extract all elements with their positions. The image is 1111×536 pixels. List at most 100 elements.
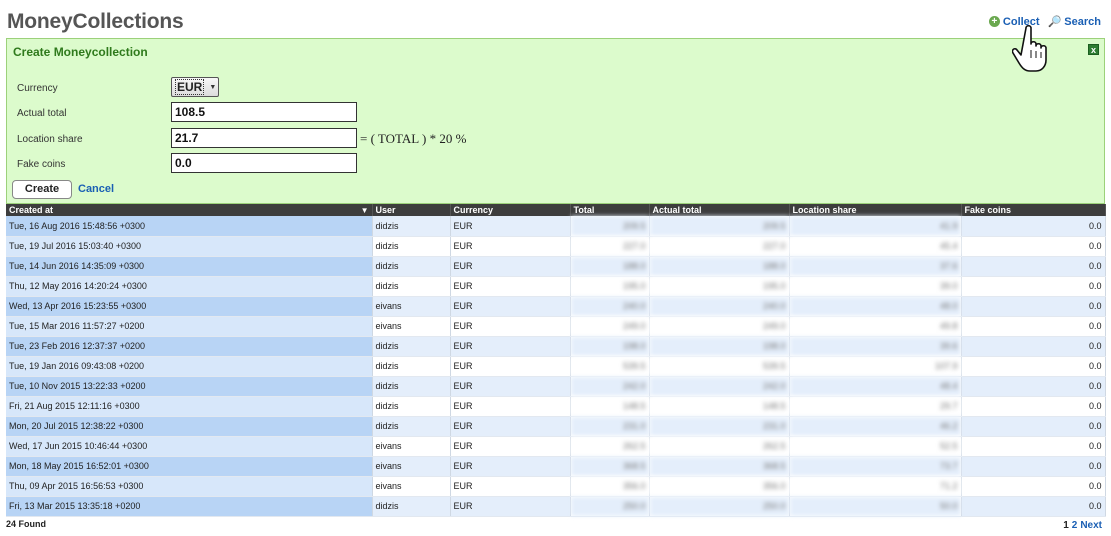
- currency-cell: EUR: [450, 316, 571, 337]
- currency-select[interactable]: EUR ▼: [171, 77, 219, 97]
- actual-total-cell: 262.5: [649, 436, 790, 457]
- user-cell: didzis: [372, 276, 451, 297]
- actual-total-cell: 209.5: [649, 216, 790, 237]
- currency-cell: EUR: [450, 256, 571, 277]
- fake-coins-cell: 0.0: [961, 216, 1106, 237]
- cancel-link[interactable]: Cancel: [78, 183, 114, 195]
- close-panel-button[interactable]: x: [1088, 44, 1099, 55]
- actual-total-cell: 231.0: [649, 416, 790, 437]
- fake-coins-cell: 0.0: [961, 416, 1106, 437]
- table-row[interactable]: Fri, 13 Mar 2015 13:35:18 +0200 didzis EUR…: [6, 496, 1106, 517]
- pagination: 1 2 Next: [1063, 520, 1102, 531]
- actual-total-cell: 539.5: [649, 356, 790, 377]
- search-label: Search: [1064, 15, 1101, 28]
- location-share-formula: = ( TOTAL ) * 20 %: [360, 131, 467, 146]
- location-share-cell: 71.2: [789, 476, 962, 497]
- column-header-total[interactable]: Total: [570, 204, 650, 216]
- actual-total-cell: 356.0: [649, 476, 790, 497]
- column-header-actual-total[interactable]: Actual total: [649, 204, 790, 216]
- total-cell: 227.0: [570, 236, 650, 257]
- chevron-down-icon: ▼: [209, 83, 217, 91]
- table-row[interactable]: Tue, 19 Jul 2016 15:03:40 +0300 didzis EUR…: [6, 236, 1106, 257]
- user-cell: didzis: [372, 336, 451, 357]
- created-at-cell: Mon, 18 May 2015 16:52:01 +0300: [6, 456, 373, 477]
- table-row[interactable]: Tue, 10 Nov 2015 13:22:33 +0200 didzis EUR…: [6, 376, 1106, 397]
- actual-total-cell: 188.0: [649, 256, 790, 277]
- actual-total-cell: 148.5: [649, 396, 790, 417]
- currency-label: Currency: [17, 83, 58, 94]
- create-moneycollection-panel: Create Moneycollection x Currency EUR ▼ …: [6, 38, 1105, 204]
- created-at-cell: Tue, 15 Mar 2016 11:57:27 +0200: [6, 316, 373, 337]
- table-row[interactable]: Tue, 23 Feb 2016 12:37:37 +0200 didzis EUR…: [6, 336, 1106, 357]
- total-cell: 249.0: [570, 316, 650, 337]
- table-row[interactable]: Wed, 13 Apr 2016 15:23:55 +0300 eivans EUR…: [6, 296, 1106, 317]
- location-share-cell: 73.7: [789, 456, 962, 477]
- column-header-label: Created at: [9, 205, 54, 215]
- currency-cell: EUR: [450, 476, 571, 497]
- location-share-cell: 29.7: [789, 396, 962, 417]
- fake-coins-cell: 0.0: [961, 496, 1106, 517]
- plus-icon: +: [988, 16, 1000, 27]
- currency-value: EUR: [175, 79, 205, 95]
- table-row[interactable]: Mon, 20 Jul 2015 12:38:22 +0300 didzis EUR…: [6, 416, 1106, 437]
- fake-coins-cell: 0.0: [961, 296, 1106, 317]
- table-row[interactable]: Tue, 14 Jun 2016 14:35:09 +0300 didzis EUR…: [6, 256, 1106, 277]
- user-cell: eivans: [372, 456, 451, 477]
- total-cell: 356.0: [570, 476, 650, 497]
- table-row[interactable]: Thu, 12 May 2016 14:20:24 +0300 didzis EUR…: [6, 276, 1106, 297]
- created-at-cell: Mon, 20 Jul 2015 12:38:22 +0300: [6, 416, 373, 437]
- sort-desc-icon: ▼: [360, 206, 369, 215]
- user-cell: didzis: [372, 376, 451, 397]
- table-row[interactable]: Fri, 21 Aug 2015 12:11:16 +0300 didzis EUR…: [6, 396, 1106, 417]
- total-cell: 198.0: [570, 336, 650, 357]
- created-at-cell: Wed, 13 Apr 2016 15:23:55 +0300: [6, 296, 373, 317]
- column-header-user[interactable]: User: [372, 204, 451, 216]
- location-share-cell: 48.4: [789, 376, 962, 397]
- location-share-cell: 50.0: [789, 496, 962, 517]
- fake-coins-cell: 0.0: [961, 396, 1106, 417]
- table-row[interactable]: Wed, 17 Jun 2015 10:46:44 +0300 eivans EUR…: [6, 436, 1106, 457]
- column-header-fake-coins[interactable]: Fake coins: [961, 204, 1106, 216]
- actual-total-cell: 195.0: [649, 276, 790, 297]
- next-page-link[interactable]: Next: [1080, 520, 1102, 531]
- created-at-cell: Tue, 16 Aug 2016 15:48:56 +0300: [6, 216, 373, 237]
- currency-cell: EUR: [450, 356, 571, 377]
- actual-total-field[interactable]: [171, 102, 357, 122]
- currency-cell: EUR: [450, 456, 571, 477]
- user-cell: didzis: [372, 216, 451, 237]
- column-header-currency[interactable]: Currency: [450, 204, 571, 216]
- table-row[interactable]: Tue, 16 Aug 2016 15:48:56 +0300 didzis EUR…: [6, 216, 1106, 237]
- table-row[interactable]: Tue, 19 Jan 2016 09:43:08 +0200 didzis EUR…: [6, 356, 1106, 377]
- page-1-link[interactable]: 1: [1063, 520, 1069, 531]
- fake-coins-field[interactable]: [171, 153, 357, 173]
- table-row[interactable]: Tue, 15 Mar 2016 11:57:27 +0200 eivans EUR…: [6, 316, 1106, 337]
- actual-total-label: Actual total: [17, 108, 67, 119]
- table-row[interactable]: Thu, 09 Apr 2015 16:56:53 +0300 eivans EUR…: [6, 476, 1106, 497]
- location-share-cell: 45.4: [789, 236, 962, 257]
- fake-coins-label: Fake coins: [17, 159, 66, 170]
- column-header-created-at[interactable]: Created at ▼: [6, 204, 373, 216]
- create-button[interactable]: Create: [12, 180, 72, 199]
- fake-coins-cell: 0.0: [961, 336, 1106, 357]
- created-at-cell: Tue, 19 Jul 2016 15:03:40 +0300: [6, 236, 373, 257]
- table-row[interactable]: Mon, 18 May 2015 16:52:01 +0300 eivans EUR…: [6, 456, 1106, 477]
- currency-cell: EUR: [450, 416, 571, 437]
- currency-cell: EUR: [450, 496, 571, 517]
- total-cell: 262.5: [570, 436, 650, 457]
- actual-total-cell: 227.0: [649, 236, 790, 257]
- page-2-link[interactable]: 2: [1072, 520, 1078, 531]
- currency-cell: EUR: [450, 436, 571, 457]
- created-at-cell: Fri, 21 Aug 2015 12:11:16 +0300: [6, 396, 373, 417]
- location-share-cell: 37.6: [789, 256, 962, 277]
- location-share-cell: 107.9: [789, 356, 962, 377]
- created-at-cell: Tue, 14 Jun 2016 14:35:09 +0300: [6, 256, 373, 277]
- location-share-label: Location share: [17, 134, 83, 145]
- column-header-location-share[interactable]: Location share: [789, 204, 962, 216]
- actual-total-cell: 198.0: [649, 336, 790, 357]
- user-cell: didzis: [372, 356, 451, 377]
- total-cell: 188.0: [570, 256, 650, 277]
- created-at-cell: Thu, 09 Apr 2015 16:56:53 +0300: [6, 476, 373, 497]
- location-share-field[interactable]: [171, 128, 357, 148]
- location-share-cell: 49.8: [789, 316, 962, 337]
- fake-coins-cell: 0.0: [961, 236, 1106, 257]
